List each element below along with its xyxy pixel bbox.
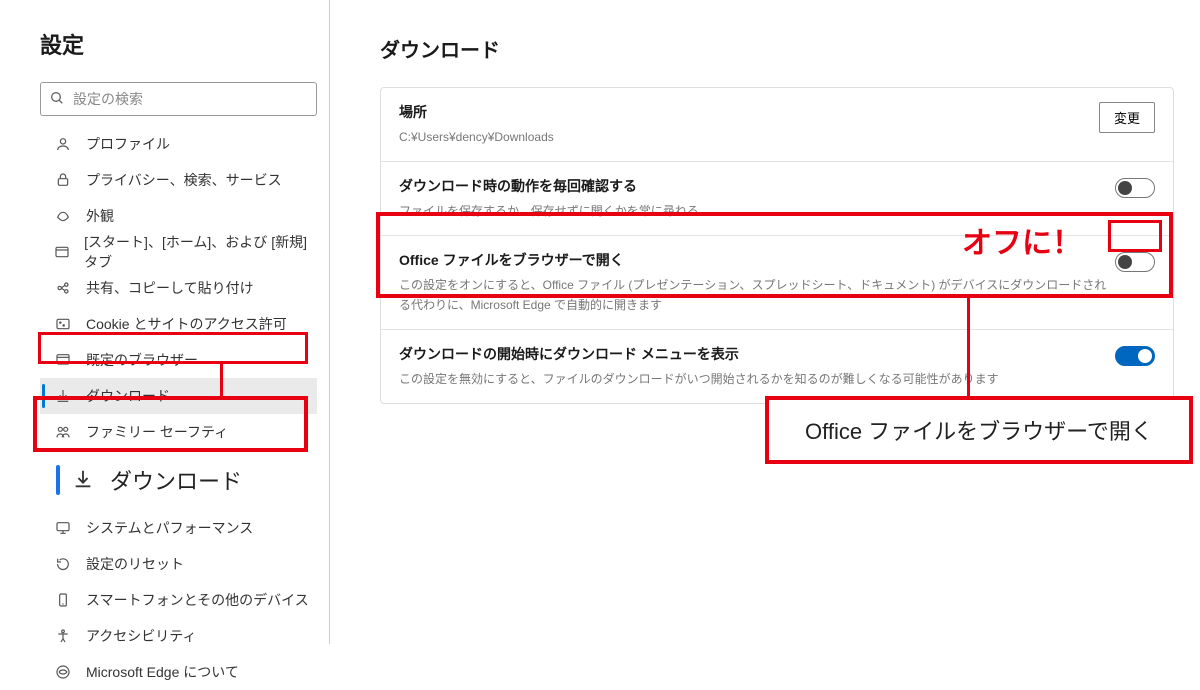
- show-menu-section: ダウンロードの開始時にダウンロード メニューを表示 この設定を無効にすると、ファ…: [381, 330, 1173, 403]
- downloads-card: 場所 C:¥Users¥dency¥Downloads 変更 ダウンロード時の動…: [380, 87, 1174, 404]
- sidebar-item-label: 設定のリセット: [86, 554, 184, 574]
- accessibility-icon: [54, 627, 72, 645]
- share-icon: [54, 279, 72, 297]
- show-menu-desc: この設定を無効にすると、ファイルのダウンロードがいつ開始されるかを知るのが難しく…: [399, 370, 999, 389]
- office-open-toggle[interactable]: [1115, 252, 1155, 272]
- sidebar-item-profile[interactable]: プロファイル: [40, 126, 317, 162]
- search-input[interactable]: [73, 91, 308, 107]
- ask-desc: ファイルを保存するか、保存せずに開くかを常に尋ねる: [399, 202, 699, 221]
- sidebar-item-about[interactable]: Microsoft Edge について: [40, 654, 317, 690]
- reset-icon: [54, 555, 72, 573]
- sidebar-item-appearance[interactable]: 外観: [40, 198, 317, 234]
- sidebar-item-label: [スタート]、[ホーム]、および [新規] タブ: [84, 232, 313, 272]
- office-open-section: Office ファイルをブラウザーで開く この設定をオンにすると、Office …: [381, 236, 1173, 329]
- download-icon: [72, 468, 94, 493]
- ask-each-time-section: ダウンロード時の動作を毎回確認する ファイルを保存するか、保存せずに開くかを常に…: [381, 162, 1173, 236]
- lock-icon: [54, 171, 72, 189]
- sidebar-item-share[interactable]: 共有、コピーして貼り付け: [40, 270, 317, 306]
- office-desc: この設定をオンにすると、Office ファイル (プレゼンテーション、スプレッド…: [399, 276, 1115, 314]
- tabs-icon: [54, 243, 70, 261]
- ask-heading: ダウンロード時の動作を毎回確認する: [399, 176, 699, 196]
- show-menu-heading: ダウンロードの開始時にダウンロード メニューを表示: [399, 344, 999, 364]
- sidebar-item-label: プロファイル: [86, 134, 170, 154]
- page-title: ダウンロード: [380, 34, 1174, 63]
- sidebar-item-label: 外観: [86, 206, 114, 226]
- sidebar-item-accessibility[interactable]: アクセシビリティ: [40, 618, 317, 654]
- sidebar-item-label: ダウンロード: [86, 386, 170, 406]
- sidebar-item-label: ダウンロード: [110, 464, 242, 496]
- settings-sidebar: 設定 プロファイル プライバシー、検索、サービス: [0, 0, 330, 644]
- sidebar-item-label: 既定のブラウザー: [86, 350, 198, 370]
- phone-icon: [54, 591, 72, 609]
- search-icon: [49, 90, 65, 109]
- sidebar-item-phone[interactable]: スマートフォンとその他のデバイス: [40, 582, 317, 618]
- sidebar-item-privacy[interactable]: プライバシー、検索、サービス: [40, 162, 317, 198]
- location-path: C:¥Users¥dency¥Downloads: [399, 128, 554, 147]
- sidebar-item-label: プライバシー、検索、サービス: [86, 170, 282, 190]
- appearance-icon: [54, 207, 72, 225]
- sidebar-item-tabs[interactable]: [スタート]、[ホーム]、および [新規] タブ: [40, 234, 317, 270]
- sidebar-item-label: アクセシビリティ: [86, 626, 196, 646]
- profile-icon: [54, 135, 72, 153]
- family-icon: [54, 423, 72, 441]
- sidebar-item-label: システムとパフォーマンス: [86, 518, 253, 538]
- default-browser-icon: [54, 351, 72, 369]
- office-heading: Office ファイルをブラウザーで開く: [399, 250, 1115, 270]
- annotation-callout-box: Office ファイルをブラウザーで開く: [765, 396, 1193, 464]
- settings-main-panel: ダウンロード 場所 C:¥Users¥dency¥Downloads 変更 ダウ…: [330, 0, 1200, 644]
- sidebar-item-reset[interactable]: 設定のリセット: [40, 546, 317, 582]
- sidebar-item-label: スマートフォンとその他のデバイス: [86, 590, 309, 610]
- about-icon: [54, 663, 72, 681]
- sidebar-item-downloads-large[interactable]: ダウンロード: [40, 456, 317, 504]
- sidebar-item-label: ファミリー セーフティ: [86, 422, 228, 442]
- ask-each-time-toggle[interactable]: [1115, 178, 1155, 198]
- sidebar-item-default-browser[interactable]: 既定のブラウザー: [40, 342, 317, 378]
- cookie-icon: [54, 315, 72, 333]
- download-icon: [54, 387, 72, 405]
- sidebar-item-label: Microsoft Edge について: [86, 662, 239, 682]
- annotation-callout-text: Office ファイルをブラウザーで開く: [805, 419, 1153, 444]
- sidebar-title: 設定: [40, 28, 317, 60]
- show-menu-toggle[interactable]: [1115, 346, 1155, 366]
- sidebar-item-cookies[interactable]: Cookie とサイトのアクセス許可: [40, 306, 317, 342]
- location-heading: 場所: [399, 102, 554, 122]
- location-section: 場所 C:¥Users¥dency¥Downloads 変更: [381, 88, 1173, 162]
- sidebar-item-system[interactable]: システムとパフォーマンス: [40, 510, 317, 546]
- selection-indicator: [56, 465, 60, 495]
- sidebar-item-family[interactable]: ファミリー セーフティ: [40, 414, 317, 450]
- settings-search[interactable]: [40, 82, 317, 116]
- sidebar-item-label: 共有、コピーして貼り付け: [86, 278, 254, 298]
- sidebar-item-label: Cookie とサイトのアクセス許可: [86, 314, 287, 334]
- system-icon: [54, 519, 72, 537]
- sidebar-item-downloads[interactable]: ダウンロード: [40, 378, 317, 414]
- change-location-button[interactable]: 変更: [1099, 102, 1155, 133]
